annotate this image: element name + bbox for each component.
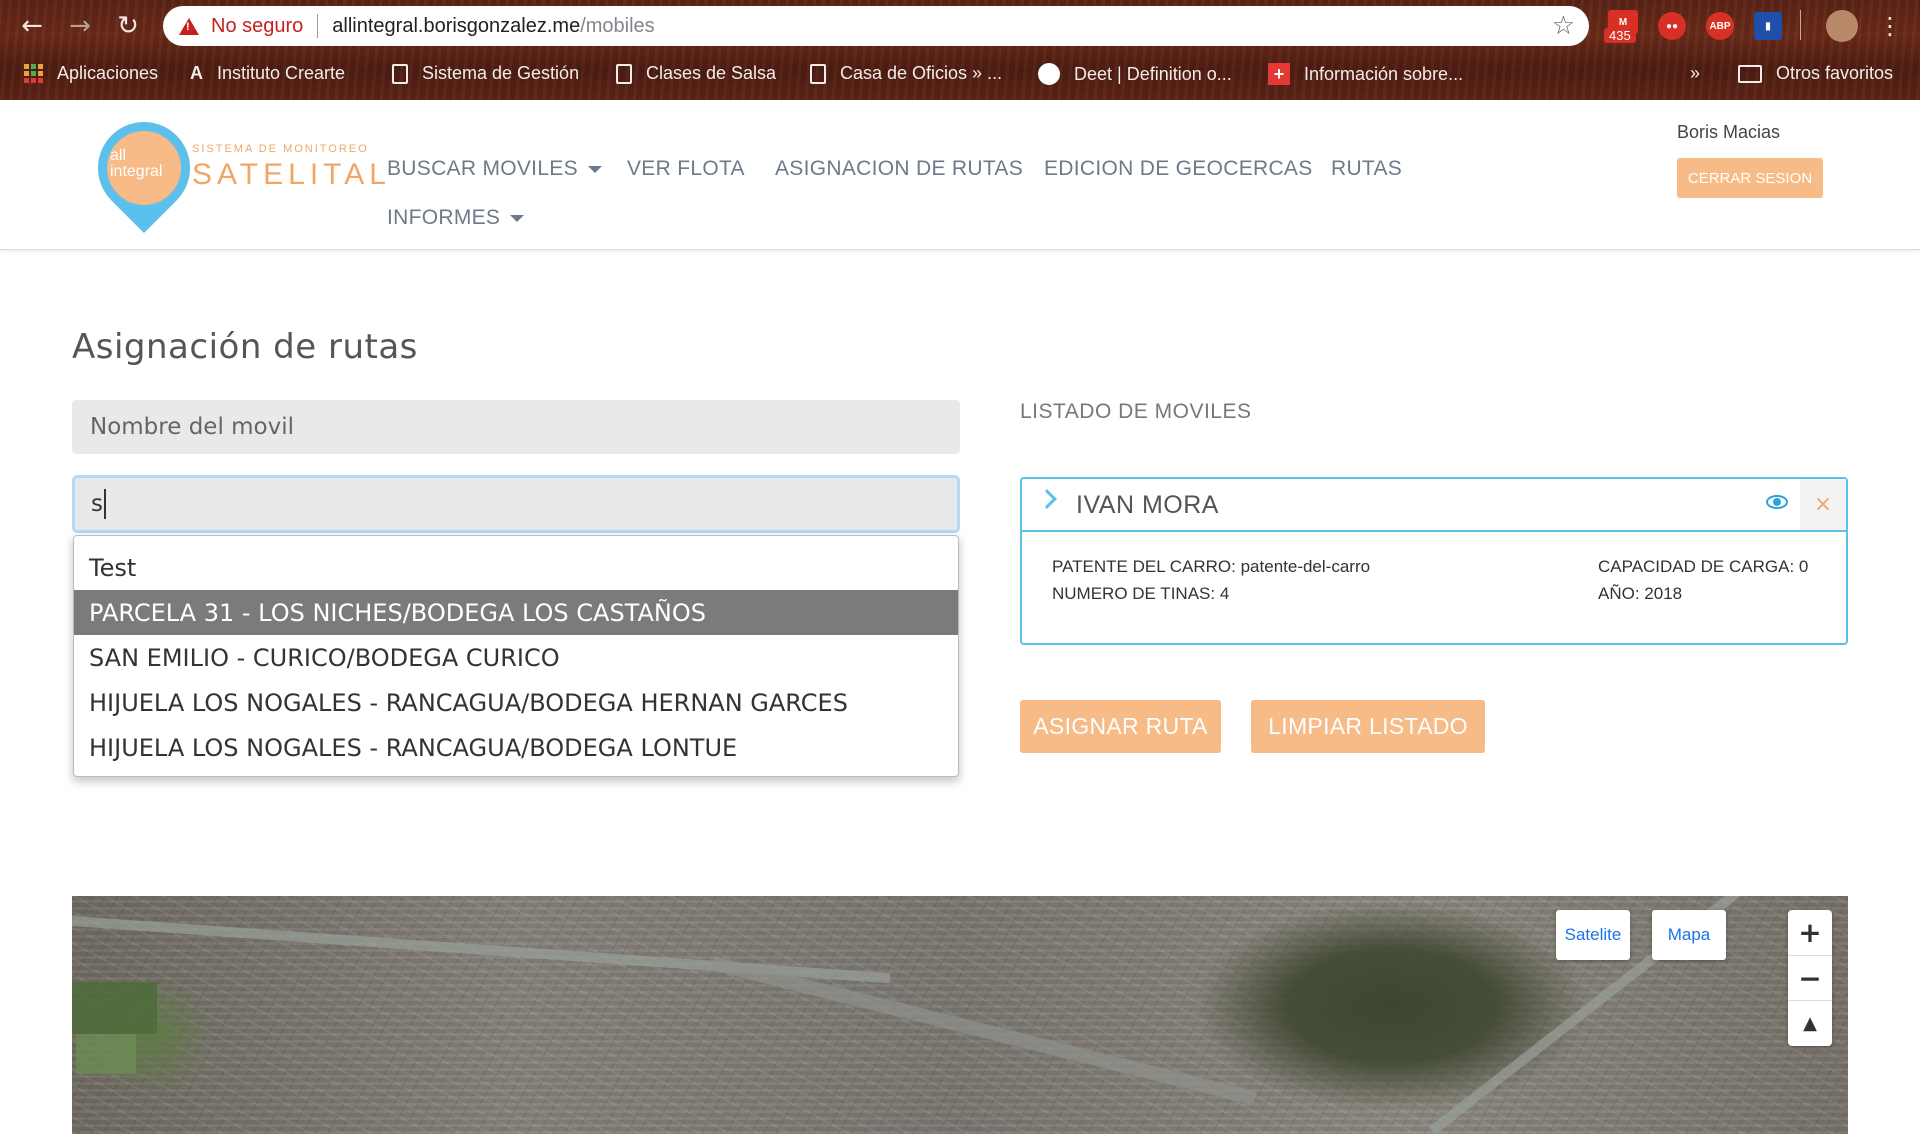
address-bar[interactable]: No seguro allintegral.borisgonzalez.me/m… [163, 6, 1589, 46]
reload-icon[interactable]: ↻ [110, 8, 146, 44]
reading-list-icon[interactable]: ▮ [1754, 12, 1782, 40]
route-search-input[interactable]: s [72, 475, 960, 533]
eye-icon[interactable] [1766, 495, 1788, 509]
assign-route-button[interactable]: ASIGNAR RUTA [1020, 700, 1221, 753]
crearte-icon: A [190, 63, 203, 83]
bookmark-instituto-crearte[interactable]: A Instituto Crearte [190, 63, 345, 84]
back-arrow-icon[interactable]: ← [14, 8, 50, 44]
logo-inner-text: all integral [110, 148, 184, 180]
suggestion-item[interactable]: HIJUELA LOS NOGALES - RANCAGUA/BODEGA LO… [74, 725, 958, 770]
profile-avatar[interactable] [1826, 10, 1858, 42]
zoom-out-icon[interactable]: − [1788, 955, 1832, 1000]
route-suggestions-dropdown: Test PARCELA 31 - LOS NICHES/BODEGA LOS … [73, 535, 959, 777]
route-input-value: s [91, 491, 103, 517]
nav-asignacion-rutas[interactable]: ASIGNACION DE RUTAS [775, 157, 1023, 181]
chevron-right-icon[interactable] [1037, 489, 1057, 509]
suggestion-item[interactable]: HIJUELA LOS NOGALES - RANCAGUA/BODEGA HE… [74, 680, 958, 725]
tinas-text: NUMERO DE TINAS: 4 [1052, 584, 1230, 603]
movil-card-header[interactable]: IVAN MORA × [1022, 479, 1846, 532]
close-icon[interactable]: × [1800, 479, 1846, 530]
bookmark-sistema-gestion[interactable]: Sistema de Gestión [392, 63, 579, 84]
warning-icon [179, 17, 199, 35]
zoom-controls: + − ▲ [1788, 910, 1832, 1046]
bookmark-label: Instituto Crearte [217, 63, 346, 83]
forward-arrow-icon[interactable]: → [62, 8, 98, 44]
logo-title: SATELITAL [192, 158, 391, 191]
satellite-map[interactable]: Satelite Mapa + − ▲ [72, 896, 1848, 1134]
capacidad-text: CAPACIDAD DE CARGA: 0 [1598, 557, 1809, 576]
map-field-area [76, 1034, 136, 1074]
satellite-view-button[interactable]: Satelite [1556, 910, 1630, 960]
zoom-in-icon[interactable]: + [1788, 910, 1832, 955]
bookmarks-bar: Aplicaciones A Instituto Crearte Sistema… [0, 58, 1920, 92]
map-view-button[interactable]: Mapa [1652, 910, 1726, 960]
nav-edicion-geocercas[interactable]: EDICION DE GEOCERCAS [1044, 157, 1313, 181]
more-bookmarks-icon[interactable]: » [1690, 63, 1700, 84]
moviles-list-title: LISTADO DE MOVILES [1020, 400, 1252, 423]
security-label: No seguro [211, 14, 304, 37]
url-host: allintegral.borisgonzalez.me [332, 14, 581, 37]
bookmark-apps[interactable]: Aplicaciones [24, 63, 158, 84]
address-separator [317, 14, 319, 38]
movil-card-name: IVAN MORA [1076, 491, 1219, 519]
bookmark-label: Aplicaciones [57, 63, 159, 83]
nav-informes[interactable]: INFORMES [387, 206, 525, 230]
merriam-webster-icon [1038, 63, 1060, 85]
nav-ver-flota[interactable]: VER FLOTA [627, 157, 745, 181]
anio-text: AÑO: 2018 [1598, 584, 1683, 603]
swiss-cross-icon: + [1268, 63, 1290, 85]
toolbar-divider [1800, 10, 1801, 40]
logo-line-all: all [110, 147, 127, 164]
url-path: /mobiles [580, 14, 655, 37]
bookmark-star-icon[interactable]: ☆ [1552, 10, 1575, 41]
nav-rutas[interactable]: RUTAS [1331, 157, 1402, 181]
movil-card: IVAN MORA × PATENTE DEL CARRO: patente-d… [1020, 477, 1848, 645]
text-cursor [103, 489, 106, 519]
caret-down-icon [587, 165, 602, 173]
bookmark-deet[interactable]: Deet | Definition o... [1038, 63, 1232, 85]
patente-text: PATENTE DEL CARRO: patente-del-carro [1052, 557, 1371, 576]
bookmark-otros-favoritos[interactable]: Otros favoritos [1738, 63, 1893, 84]
suggestion-item[interactable]: Test [74, 545, 958, 590]
logo-subtitle: SISTEMA DE MONITOREO [192, 143, 369, 155]
apps-grid-icon [24, 64, 43, 83]
gmail-count-badge: 435 [1604, 28, 1636, 43]
logout-button[interactable]: CERRAR SESION [1677, 158, 1823, 198]
caret-down-icon [510, 214, 525, 222]
suggestion-item[interactable]: SAN EMILIO - CURICO/BODEGA CURICO [74, 635, 958, 680]
page-icon [392, 63, 408, 84]
nav-label: BUSCAR MOVILES [387, 157, 578, 180]
clear-list-button[interactable]: LIMPIAR LISTADO [1251, 700, 1485, 753]
page-icon [810, 63, 826, 84]
movil-name-input[interactable]: Nombre del movil [72, 400, 960, 454]
bookmark-casa-oficios[interactable]: Casa de Oficios » ... [810, 63, 1002, 84]
logo-line-integral: integral [110, 163, 163, 180]
bookmark-label: Deet | Definition o... [1074, 63, 1232, 84]
bookmark-label: Otros favoritos [1776, 63, 1894, 83]
bookmark-informacion[interactable]: + Información sobre... [1268, 63, 1463, 85]
more-menu-icon[interactable]: ⋮ [1872, 8, 1908, 44]
bookmark-label: Sistema de Gestión [422, 63, 580, 83]
adblock-icon[interactable]: ABP [1706, 12, 1734, 40]
bookmark-clases-salsa[interactable]: Clases de Salsa [616, 63, 776, 84]
bookmark-label: Información sobre... [1304, 63, 1464, 84]
page-title: Asignación de rutas [72, 327, 418, 367]
suggestion-item-active[interactable]: PARCELA 31 - LOS NICHES/BODEGA LOS CASTA… [74, 590, 958, 635]
nav-label: INFORMES [387, 206, 501, 229]
lastpass-icon[interactable]: ●● [1658, 12, 1686, 40]
folder-icon [1738, 64, 1762, 83]
bookmark-label: Casa de Oficios » ... [840, 63, 1003, 83]
map-railway [710, 956, 1258, 1106]
compass-icon[interactable]: ▲ [1788, 1000, 1832, 1045]
page-icon [616, 63, 632, 84]
map-field-area [72, 982, 157, 1034]
nav-buscar-moviles[interactable]: BUSCAR MOVILES [387, 157, 602, 181]
user-name: Boris Macias [1677, 122, 1781, 142]
bookmark-label: Clases de Salsa [646, 63, 777, 83]
